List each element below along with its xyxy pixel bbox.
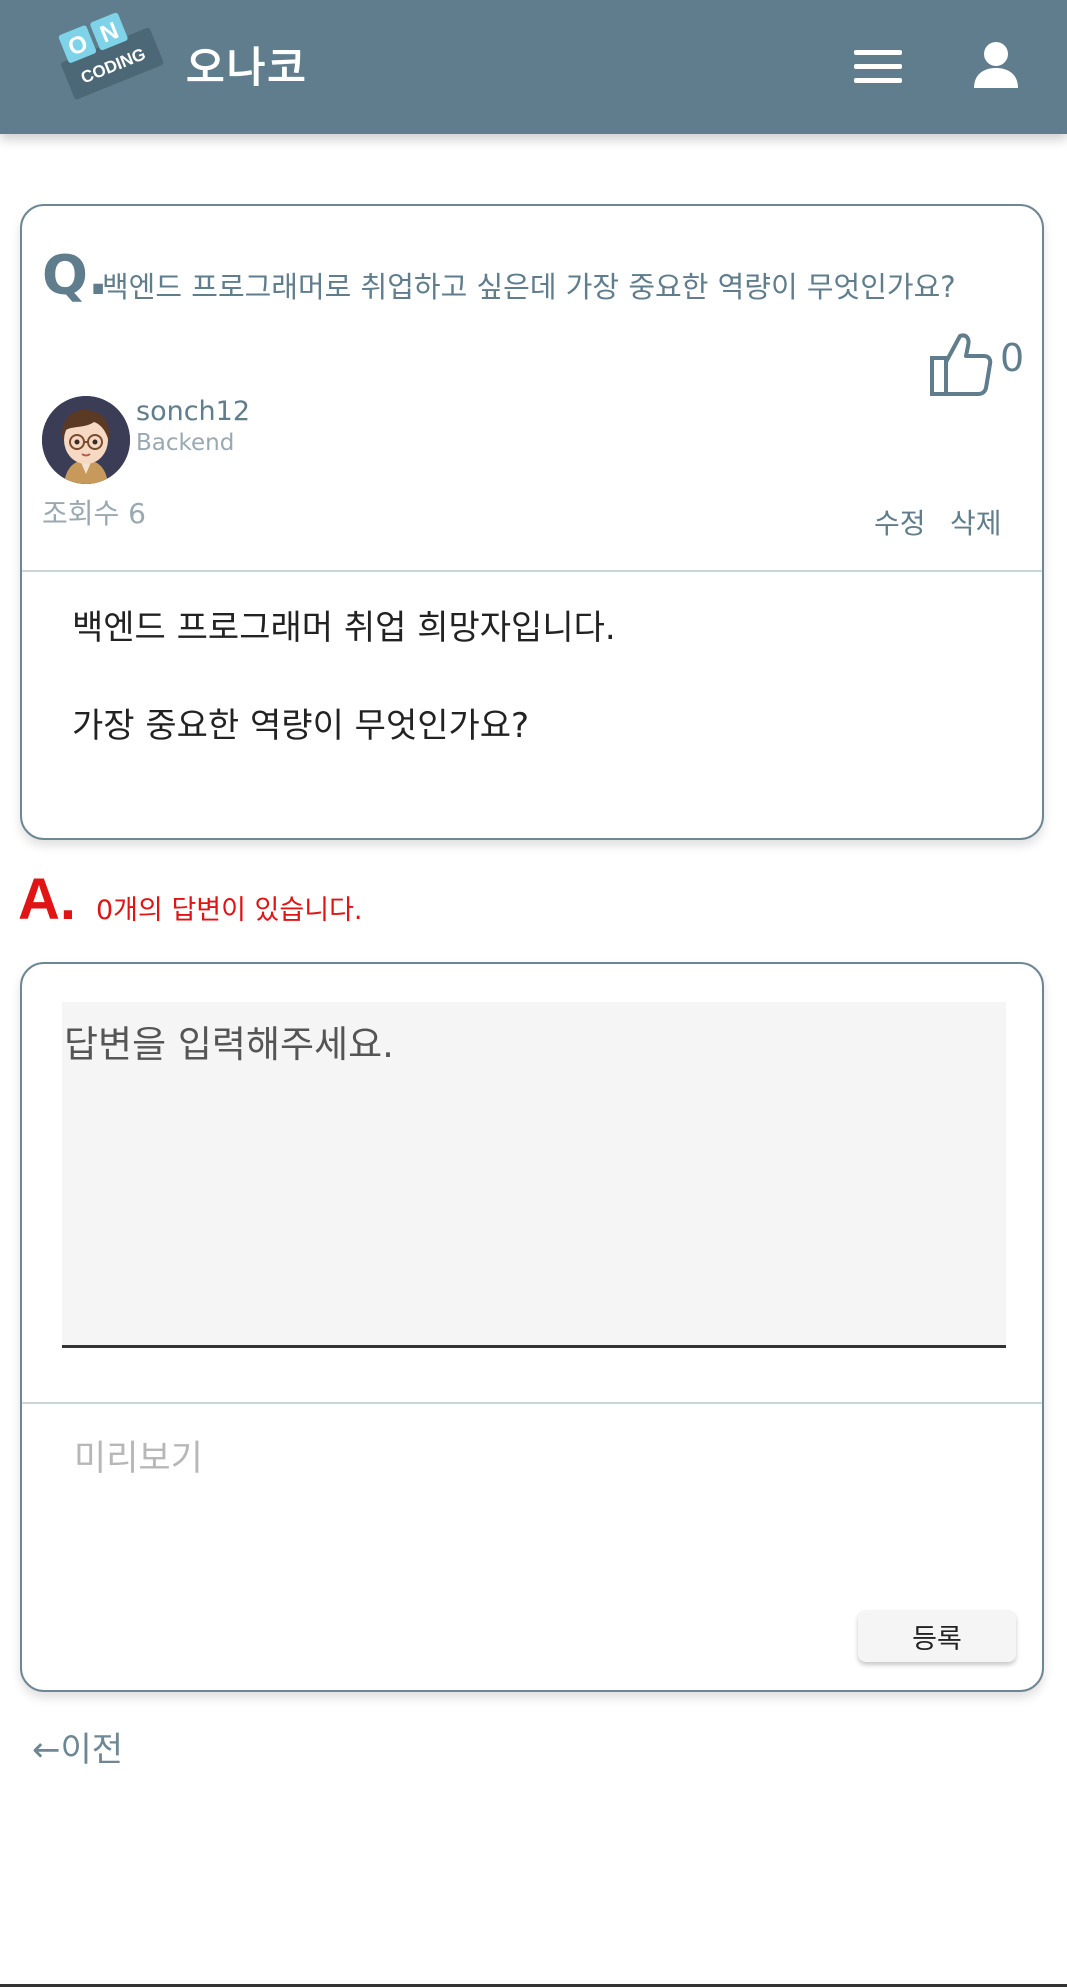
logo[interactable]: O N CODING — [46, 4, 174, 112]
user-icon — [974, 42, 1018, 88]
hamburger-icon — [854, 50, 902, 83]
like-button[interactable] — [926, 328, 994, 400]
edit-button[interactable]: 수정 — [874, 502, 926, 542]
question-body-line: 백엔드 프로그래머 취업 희망자입니다. — [72, 608, 616, 648]
answer-count: 0개의 답변이 있습니다. — [96, 895, 363, 926]
divider — [22, 1402, 1042, 1404]
app-header: O N CODING 오나코 — [0, 0, 1067, 134]
question-title: 백엔드 프로그래머로 취업하고 싶은데 가장 중요한 역량이 무엇인가요? — [102, 270, 956, 304]
answer-mark-label: A. — [18, 867, 76, 932]
view-count: 조회수 6 — [42, 497, 146, 530]
author-name[interactable]: sonch12 — [136, 396, 250, 427]
preview-label: 미리보기 — [74, 1439, 203, 1479]
submit-button[interactable]: 등록 — [858, 1610, 1016, 1662]
menu-button[interactable] — [848, 42, 908, 92]
author-role: Backend — [136, 430, 235, 456]
question-card: Q. 백엔드 프로그래머로 취업하고 싶은데 가장 중요한 역량이 무엇인가요?… — [20, 204, 1044, 840]
profile-button[interactable] — [966, 36, 1026, 96]
back-button[interactable]: ←이전 — [32, 1722, 123, 1771]
question-body-line: 가장 중요한 역량이 무엇인가요? — [72, 706, 530, 746]
page: O N CODING 오나코 Q. 백엔드 프로그래머로 취업하고 싶은데 가장… — [0, 0, 1067, 1987]
logo-icon: O N CODING — [58, 12, 164, 100]
like-count: 0 — [1000, 336, 1025, 380]
question-mark-label: Q. — [42, 244, 109, 307]
avatar-illustration — [42, 396, 130, 484]
thumbs-up-icon — [930, 333, 993, 396]
author-avatar[interactable] — [42, 396, 130, 484]
brand-name[interactable]: 오나코 — [186, 34, 308, 95]
answer-input[interactable] — [62, 1002, 1006, 1348]
divider — [22, 570, 1042, 572]
delete-button[interactable]: 삭제 — [950, 502, 1002, 542]
answer-form-card: 미리보기 등록 — [20, 962, 1044, 1692]
